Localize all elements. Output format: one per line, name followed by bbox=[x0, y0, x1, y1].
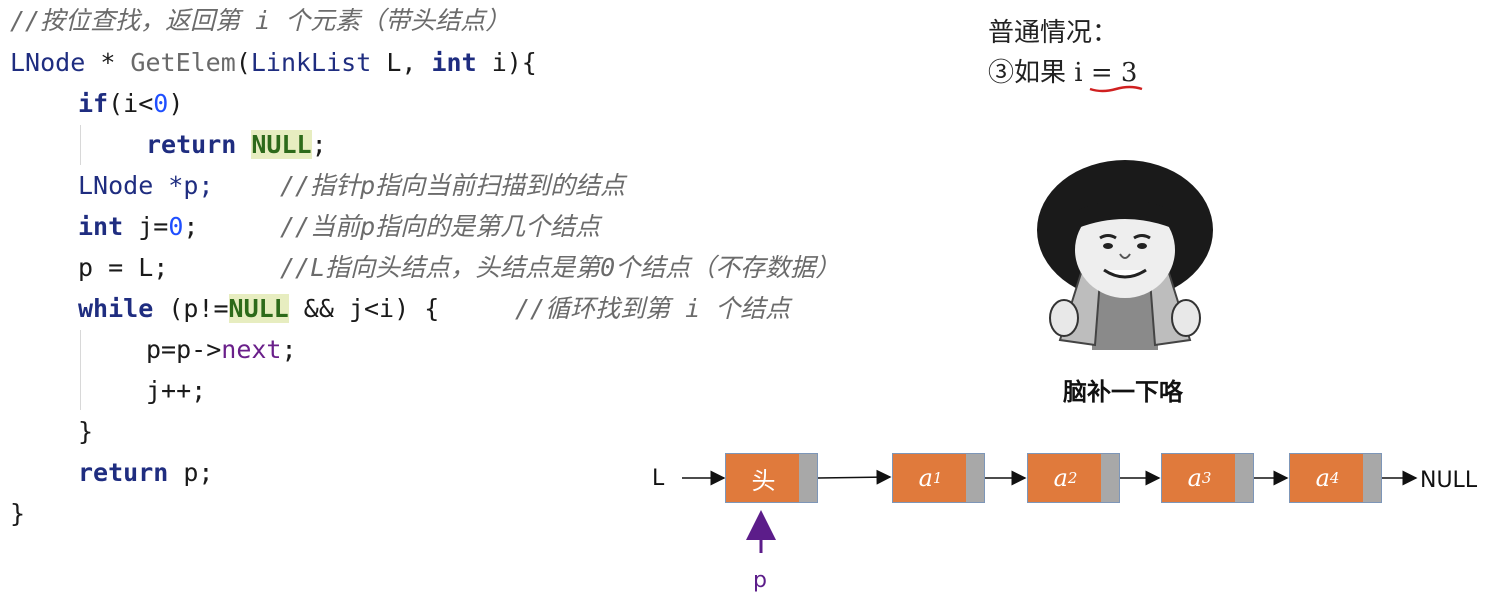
pointer-p-label: p bbox=[753, 568, 767, 593]
red-underline bbox=[1089, 85, 1143, 93]
code-line-title: //按位查找，返回第 i 个元素（带头结点） bbox=[10, 0, 510, 41]
if-close: ) bbox=[168, 89, 184, 118]
indent-guide-if bbox=[80, 125, 81, 165]
param-L: L, bbox=[371, 48, 432, 77]
comment-while-line: //循环找到第 i 个结点 bbox=[515, 288, 790, 329]
head-node-data: 头 bbox=[726, 454, 801, 502]
zero-literal-j: 0 bbox=[168, 212, 184, 241]
arrow-head-a1 bbox=[817, 469, 892, 485]
code-line-close: } bbox=[10, 493, 25, 534]
decl-j-end: ; bbox=[183, 212, 199, 241]
code-line-signature: LNode * GetElem(LinkList L, int i){ bbox=[10, 42, 537, 83]
while-keyword: while bbox=[78, 294, 154, 323]
close-brace-while: } bbox=[78, 417, 94, 446]
meme-caption: 脑补一下咯 bbox=[1063, 378, 1183, 406]
title-comment: //按位查找，返回第 i 个元素（带头结点） bbox=[10, 6, 511, 35]
code-line-return-p: return p; bbox=[78, 452, 213, 493]
code-line-decl-j: int j=0; bbox=[78, 206, 198, 247]
function-name: GetElem bbox=[130, 48, 236, 77]
comment-while: //循环找到第 i 个结点 bbox=[515, 294, 791, 323]
if-condition: (i< bbox=[108, 89, 154, 118]
comment-j-line: //当前p指向的是第几个结点 bbox=[280, 206, 600, 247]
list-node: a1 bbox=[892, 453, 985, 503]
head-node-next bbox=[799, 454, 817, 502]
incr-j: j++; bbox=[146, 376, 207, 405]
code-line-decl-p: LNode *p; bbox=[78, 165, 213, 206]
condition-prefix: ③如果 bbox=[988, 58, 1075, 88]
zero-literal: 0 bbox=[153, 89, 169, 118]
comment-L: //L指向头结点，头结点是第0个结点（不存数据） bbox=[280, 253, 841, 282]
param-type: LinkList bbox=[250, 48, 372, 77]
next-field: next bbox=[221, 335, 282, 364]
list-node-next bbox=[1101, 454, 1119, 502]
int-keyword: int bbox=[431, 48, 477, 77]
list-node: a3 bbox=[1161, 453, 1254, 503]
list-node-data: a1 bbox=[893, 454, 968, 502]
semicolon: ; bbox=[311, 130, 327, 159]
return-type: LNode bbox=[10, 48, 86, 77]
if-keyword: if bbox=[78, 89, 109, 118]
comment-j: //当前p指向的是第几个结点 bbox=[280, 212, 601, 241]
decl-p: LNode *p; bbox=[78, 171, 214, 200]
code-line-if: if(i<0) bbox=[78, 83, 183, 124]
list-node: a2 bbox=[1027, 453, 1120, 503]
next-assign: p=p-> bbox=[146, 335, 222, 364]
comment-p: //指针p指向当前扫描到的结点 bbox=[280, 171, 626, 200]
code-line-while: while (p!=NULL && j<i) { bbox=[78, 288, 439, 329]
paren-open: ( bbox=[235, 48, 251, 77]
code-line-next: p=p->next; bbox=[146, 329, 297, 370]
int-keyword-j: int bbox=[78, 212, 124, 241]
linked-list-diagram: L 头 a1 a2 a3 a4 NULL p bbox=[640, 440, 1490, 603]
comment-p-line: //指针p指向当前扫描到的结点 bbox=[280, 165, 625, 206]
case-title: 普通情况： bbox=[988, 18, 1119, 48]
next-end: ; bbox=[281, 335, 297, 364]
pointer-star: * bbox=[85, 48, 131, 77]
close-brace: } bbox=[10, 499, 26, 528]
null-literal: NULL bbox=[251, 130, 312, 159]
list-node-next bbox=[966, 454, 984, 502]
code-line-return-null: return NULL; bbox=[146, 124, 327, 165]
code-line-assign: p = L; bbox=[78, 247, 168, 288]
list-L-label: L bbox=[652, 466, 665, 491]
null-label: NULL bbox=[1420, 468, 1478, 493]
param-i: i){ bbox=[476, 48, 537, 77]
while-cond-end: && j<i) { bbox=[288, 294, 440, 323]
head-node: 头 bbox=[725, 453, 818, 503]
comment-L-line: //L指向头结点，头结点是第0个结点（不存数据） bbox=[280, 247, 840, 288]
list-node-data: a2 bbox=[1028, 454, 1103, 502]
assign-p: p = L; bbox=[78, 253, 169, 282]
while-cond: (p!= bbox=[153, 294, 229, 323]
list-node-data: a3 bbox=[1162, 454, 1237, 502]
return-p: p; bbox=[168, 458, 214, 487]
return-keyword: return bbox=[146, 130, 237, 159]
list-node-data: a4 bbox=[1290, 454, 1365, 502]
code-line-incr: j++; bbox=[146, 370, 206, 411]
list-node-next bbox=[1235, 454, 1253, 502]
decl-j: j= bbox=[123, 212, 169, 241]
null-literal-while: NULL bbox=[228, 294, 289, 323]
meme-face-image bbox=[1037, 160, 1213, 350]
list-node-next bbox=[1363, 454, 1381, 502]
list-node: a4 bbox=[1289, 453, 1382, 503]
code-line-close-while: } bbox=[78, 411, 93, 452]
return-keyword-p: return bbox=[78, 458, 169, 487]
indent-guide-while bbox=[80, 330, 81, 410]
